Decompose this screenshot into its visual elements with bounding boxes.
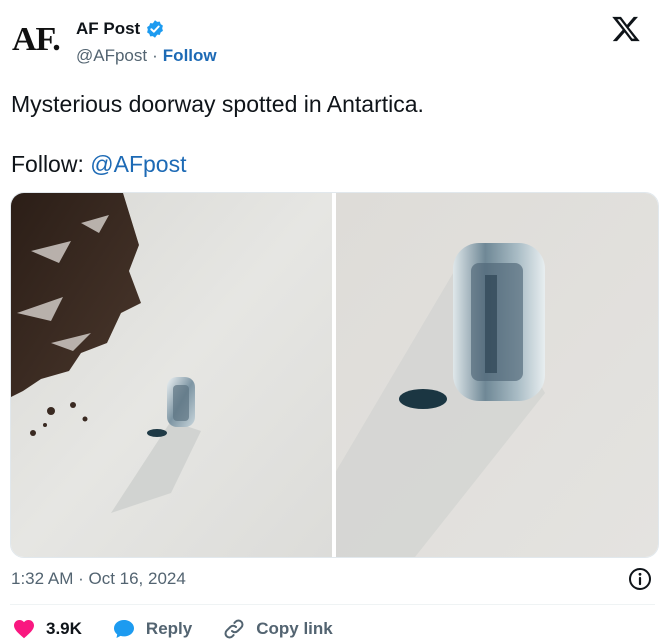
tweet-card: AF. AF Post @AFpost · Follow Mysterious … xyxy=(0,0,667,643)
heart-icon xyxy=(14,620,34,639)
follow-prefix: Follow: xyxy=(11,151,91,177)
handle-separator: · xyxy=(152,46,158,65)
author-handle[interactable]: @AFpost xyxy=(76,46,147,66)
divider xyxy=(10,604,655,605)
copy-link-label: Copy link xyxy=(256,619,333,638)
reply-label: Reply xyxy=(145,619,193,638)
media-grid xyxy=(10,192,659,558)
author-name-row: AF Post xyxy=(76,19,165,39)
display-name[interactable]: AF Post xyxy=(76,19,140,39)
copy-link-button[interactable]: Copy link xyxy=(222,617,333,641)
satellite-photo-wide[interactable] xyxy=(11,193,332,557)
tweet-text: Mysterious doorway spotted in Antartica. xyxy=(11,91,424,117)
verified-badge-icon xyxy=(147,20,164,38)
avatar[interactable]: AF. xyxy=(12,18,64,62)
speech-bubble-icon xyxy=(113,620,134,638)
follow-button[interactable]: Follow xyxy=(163,46,217,66)
author-handle-row: @AFpost · Follow xyxy=(76,46,217,66)
tweet-follow-line: Follow: @AFpost xyxy=(11,150,186,178)
link-icon xyxy=(224,619,244,639)
satellite-photo-zoomed[interactable] xyxy=(335,193,658,557)
x-logo-icon[interactable] xyxy=(611,14,641,44)
info-icon[interactable] xyxy=(628,567,652,591)
like-button[interactable]: 3.9K xyxy=(12,617,82,641)
like-count: 3.9K xyxy=(46,619,82,638)
tweet-timestamp[interactable]: 1:32 AM · Oct 16, 2024 xyxy=(11,569,186,589)
action-bar: 3.9K Reply Copy link xyxy=(12,617,363,641)
reply-button[interactable]: Reply xyxy=(112,617,192,641)
mention-link[interactable]: @AFpost xyxy=(90,151,186,177)
